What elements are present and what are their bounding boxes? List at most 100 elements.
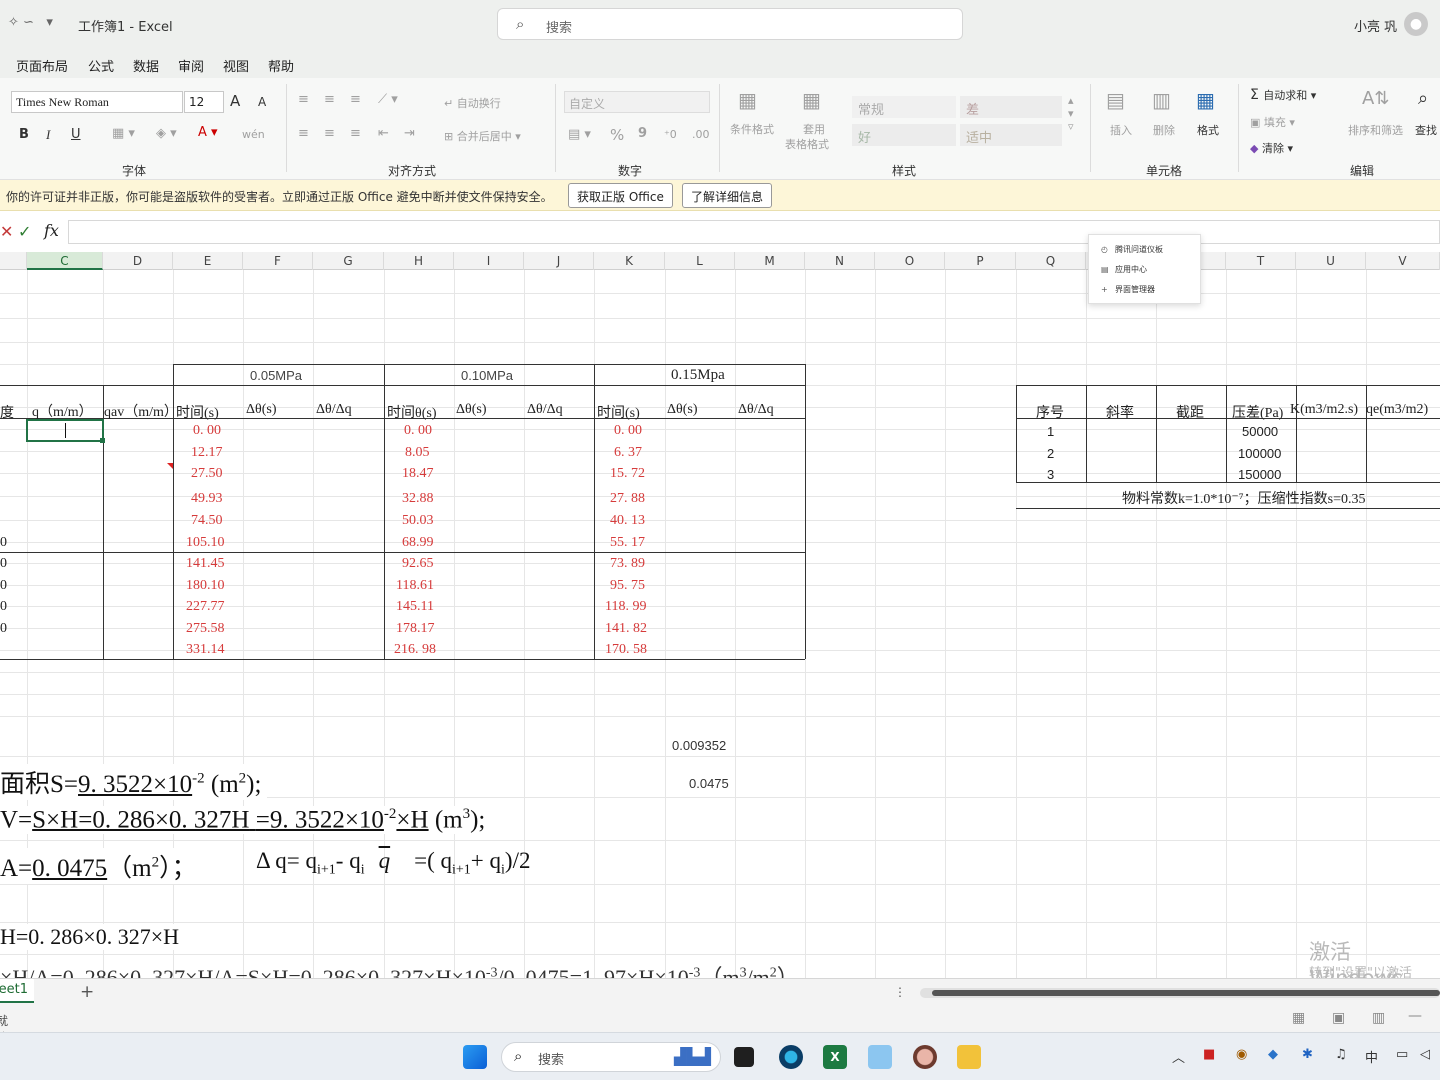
popup-item-dashboard[interactable]: ◴ 腾讯问道仪板 xyxy=(1101,244,1163,258)
add-sheet-button[interactable]: + xyxy=(80,982,94,1002)
profile-app-icon[interactable] xyxy=(913,1045,937,1069)
insert-cells-icon[interactable]: ▤ xyxy=(1106,88,1125,112)
page-layout-view-icon[interactable]: ▣ xyxy=(1332,1010,1345,1026)
ime-indicator[interactable]: 中 xyxy=(1365,1047,1378,1066)
network-icon[interactable]: ▭ xyxy=(1396,1047,1408,1062)
function-icon[interactable]: fx xyxy=(44,221,59,240)
task-view-icon[interactable] xyxy=(734,1047,754,1067)
column-header-i[interactable]: I xyxy=(454,252,524,270)
microphone-icon[interactable]: ♫ xyxy=(1335,1047,1347,1062)
decrease-decimal-icon[interactable]: .00 xyxy=(692,128,710,141)
quick-access-toolbar[interactable]: ✧ ∽ ▾ xyxy=(8,15,53,30)
delete-cells-button[interactable]: 删除 xyxy=(1153,122,1175,138)
column-header-e[interactable]: E xyxy=(173,252,243,270)
column-header-u[interactable]: U xyxy=(1296,252,1366,270)
delete-cells-icon[interactable]: ▥ xyxy=(1152,88,1171,112)
normal-view-icon[interactable]: ▦ xyxy=(1292,1010,1305,1026)
styles-scroll-icon[interactable]: ▴ ▾ ▿ xyxy=(1068,94,1074,133)
horizontal-scrollbar[interactable] xyxy=(920,988,1440,998)
indent-increase-icon[interactable]: ⇥ xyxy=(404,126,415,141)
excel-app-icon[interactable]: X xyxy=(823,1045,847,1069)
fill-color-icon[interactable]: ◈ ▾ xyxy=(156,126,177,141)
clear-button[interactable]: ◆ 清除 ▾ xyxy=(1250,140,1293,156)
align-center-icon[interactable]: ≡ xyxy=(324,126,335,141)
tab-view[interactable]: 视图 xyxy=(223,56,249,75)
format-table-icon[interactable]: ▦ xyxy=(802,88,821,112)
tray-shield-icon[interactable]: ◆ xyxy=(1268,1047,1278,1062)
taskbar-search[interactable]: ⌕ 搜索 ▟▙▟ xyxy=(501,1042,721,1072)
percent-button[interactable]: % xyxy=(610,126,624,144)
currency-icon[interactable]: ▤ ▾ xyxy=(568,127,591,142)
style-bad[interactable]: 差 xyxy=(960,96,1062,118)
bluetooth-icon[interactable]: ✱ xyxy=(1302,1047,1313,1062)
cortana-icon[interactable] xyxy=(779,1045,803,1069)
format-table-label-1[interactable]: 套用 xyxy=(803,121,825,137)
conditional-format-icon[interactable]: ▦ xyxy=(738,88,757,112)
scrollbar-thumb[interactable] xyxy=(932,990,1440,996)
align-top-icon[interactable]: ≡ xyxy=(298,92,309,107)
photos-app-icon[interactable] xyxy=(868,1045,892,1069)
format-cells-icon[interactable]: ▦ xyxy=(1196,88,1215,112)
autosum-button[interactable]: Σ 自动求和 ▾ xyxy=(1250,87,1316,103)
formula-input[interactable] xyxy=(68,220,1440,244)
border-icon[interactable]: ▦ ▾ xyxy=(112,126,135,141)
column-header-f[interactable]: F xyxy=(243,252,313,270)
number-format-box[interactable]: 自定义 xyxy=(564,91,710,113)
fill-button[interactable]: ▣ 填充 ▾ xyxy=(1250,114,1295,130)
column-header-n[interactable]: N xyxy=(805,252,875,270)
column-header-q[interactable]: Q xyxy=(1016,252,1086,270)
font-color-icon[interactable]: A ▾ xyxy=(198,125,218,140)
popup-item-app-center[interactable]: ▤ 应用中心 xyxy=(1101,264,1147,278)
tab-formulas[interactable]: 公式 xyxy=(88,56,114,75)
confirm-icon[interactable]: ✓ xyxy=(18,222,31,241)
sort-filter-icon[interactable]: A⇅ xyxy=(1362,88,1389,109)
tab-help[interactable]: 帮助 xyxy=(268,56,294,75)
align-bottom-icon[interactable]: ≡ xyxy=(350,92,361,107)
column-header-d[interactable]: D xyxy=(103,252,173,270)
align-middle-icon[interactable]: ≡ xyxy=(324,92,335,107)
comma-button[interactable]: 9 xyxy=(638,126,647,141)
tab-page-layout[interactable]: 页面布局 xyxy=(16,56,68,75)
windows-start-icon[interactable] xyxy=(463,1045,487,1069)
increase-decimal-icon[interactable]: ⁺0 xyxy=(664,128,677,141)
column-header-t[interactable]: T xyxy=(1226,252,1296,270)
align-right-icon[interactable]: ≡ xyxy=(350,126,361,141)
popup-item-ui-manager[interactable]: + 界面管理器 xyxy=(1101,284,1155,298)
font-size-box[interactable]: 12 xyxy=(184,91,224,113)
phonetic-icon[interactable]: wén xyxy=(242,128,265,141)
learn-more-button[interactable]: 了解详细信息 xyxy=(682,183,773,208)
column-header-k[interactable]: K xyxy=(594,252,665,270)
column-header-m[interactable]: M xyxy=(735,252,805,270)
font-name-box[interactable]: Times New Roman xyxy=(11,91,183,113)
style-normal[interactable]: 常规 xyxy=(852,96,956,118)
worksheet-grid[interactable]: 0.05MPa 0.10MPa 0.15Mpa 度 q（m/m） qav（m/m… xyxy=(0,270,1440,978)
italic-button[interactable]: I xyxy=(46,127,50,143)
column-header-g[interactable]: G xyxy=(313,252,384,270)
cancel-icon[interactable]: ✕ xyxy=(0,222,13,241)
align-left-icon[interactable]: ≡ xyxy=(298,126,309,141)
find-button[interactable]: 查找 xyxy=(1415,122,1437,138)
column-header-c[interactable]: C xyxy=(27,252,103,270)
wrap-text-button[interactable]: ↵ 自动换行 xyxy=(444,95,501,111)
tab-data[interactable]: 数据 xyxy=(133,56,159,75)
file-explorer-icon[interactable] xyxy=(957,1045,981,1069)
underline-button[interactable]: U xyxy=(71,127,81,142)
sheet-tab[interactable]: Sheet1 xyxy=(0,979,34,1003)
orientation-icon[interactable]: ⟋ ▾ xyxy=(378,92,398,107)
column-header-o[interactable]: O xyxy=(875,252,945,270)
find-icon[interactable]: ⌕ xyxy=(1418,88,1428,109)
conditional-format-button[interactable]: 条件格式 xyxy=(730,121,774,137)
column-header-p[interactable]: P xyxy=(945,252,1016,270)
fill-handle[interactable] xyxy=(100,438,105,443)
format-cells-button[interactable]: 格式 xyxy=(1197,122,1219,138)
user-name[interactable]: 小亮 巩 xyxy=(1354,16,1397,35)
zoom-slider[interactable]: — xyxy=(1408,1008,1422,1024)
bold-button[interactable]: B xyxy=(19,127,29,142)
indent-decrease-icon[interactable]: ⇤ xyxy=(378,126,389,141)
tab-review[interactable]: 审阅 xyxy=(178,56,204,75)
column-header-h[interactable]: H xyxy=(384,252,454,270)
insert-cells-button[interactable]: 插入 xyxy=(1110,122,1132,138)
style-neutral[interactable]: 适中 xyxy=(960,124,1062,146)
column-header-v[interactable]: V xyxy=(1366,252,1440,270)
merge-center-button[interactable]: ⊞ 合并后居中 ▾ xyxy=(444,128,521,144)
